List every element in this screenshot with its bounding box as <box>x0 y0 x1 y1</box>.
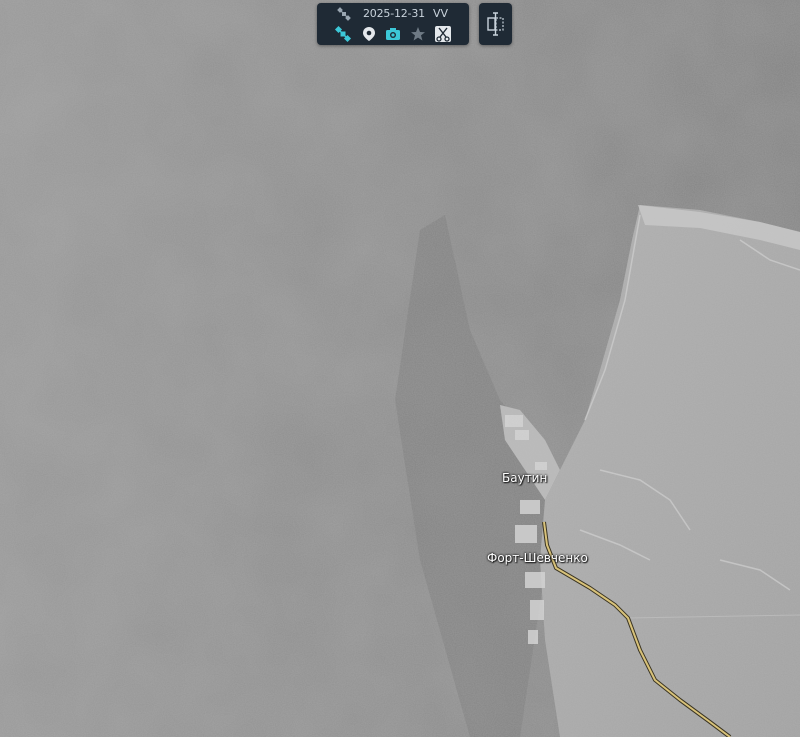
imagery-toolbar: 2025-12-31 VV <box>317 3 469 45</box>
compare-split-icon <box>487 12 504 36</box>
location-pin-icon[interactable] <box>360 25 378 43</box>
satellite-icon <box>337 7 351 21</box>
camera-icon[interactable] <box>384 25 402 43</box>
toolbar-actions-row <box>317 24 469 44</box>
place-label-fort-shevchenko: Форт-Шевченко <box>487 551 588 565</box>
toolbar-info-row: 2025-12-31 VV <box>317 5 469 23</box>
compare-split-button[interactable] <box>479 3 512 45</box>
satellite-active-icon[interactable] <box>334 25 352 43</box>
sar-satellite-map[interactable] <box>0 0 800 737</box>
scissors-icon[interactable] <box>434 25 452 43</box>
star-icon[interactable] <box>409 25 427 43</box>
polarization-mode[interactable]: VV <box>433 7 448 20</box>
acquisition-date[interactable]: 2025-12-31 <box>363 7 425 20</box>
place-label-bautin: Баутин <box>502 471 548 485</box>
